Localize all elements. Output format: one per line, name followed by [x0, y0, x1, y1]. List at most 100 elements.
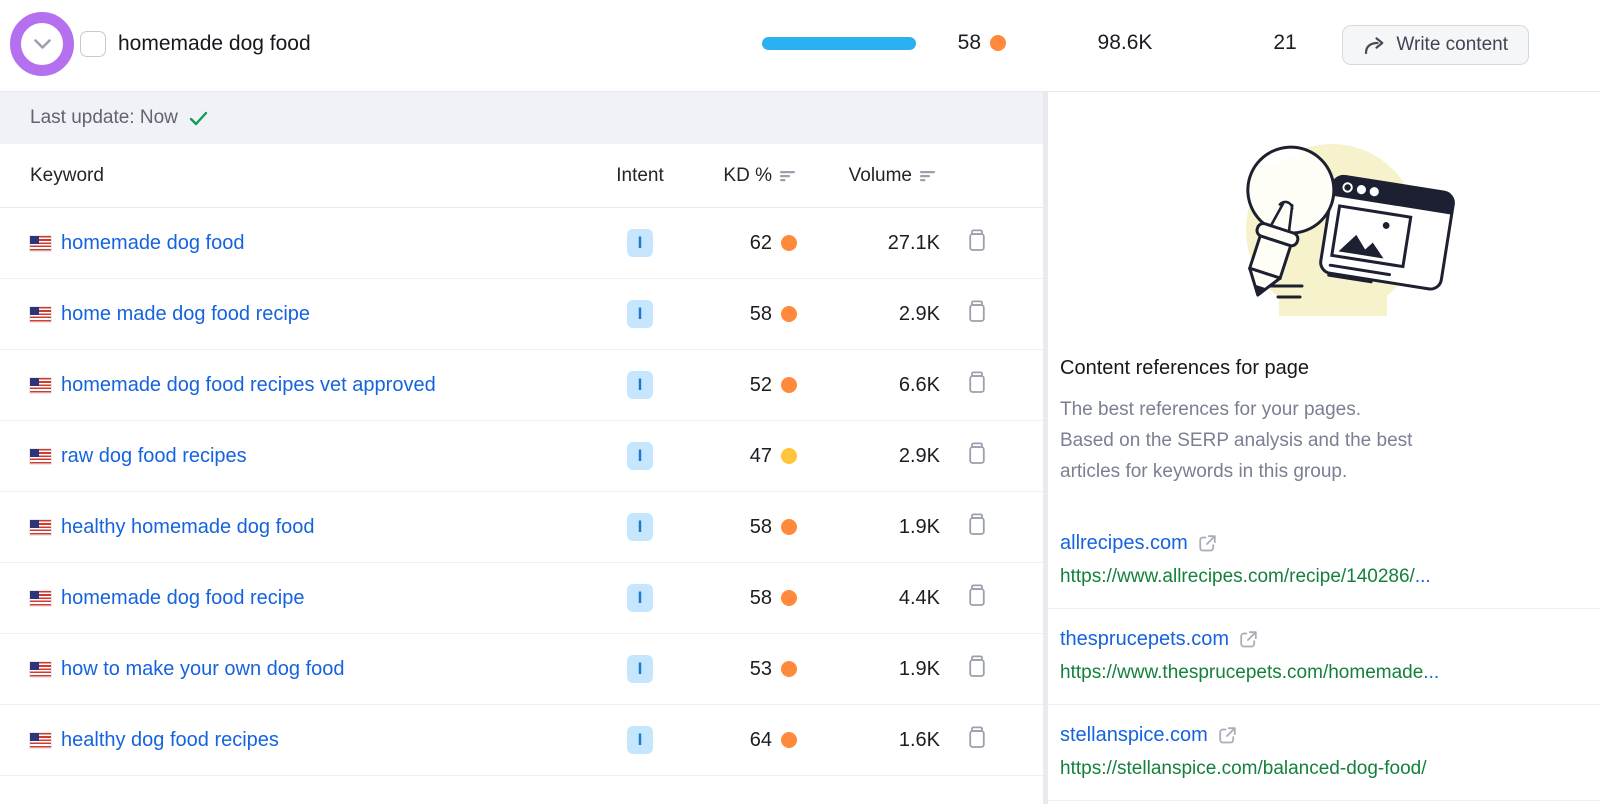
external-link-icon[interactable] [1238, 629, 1259, 650]
reference-url[interactable]: https://stellanspice.com/balanced-dog-fo… [1060, 758, 1600, 780]
group-title: homemade dog food [118, 32, 311, 56]
keyword-link[interactable]: healthy homemade dog food [61, 516, 315, 539]
references-description: The best references for your pages.Based… [1060, 394, 1600, 487]
keyword-link[interactable]: healthy dog food recipes [61, 729, 279, 752]
kd-level-dot [781, 377, 797, 393]
sort-icon [920, 170, 937, 182]
keyword-link[interactable]: homemade dog food recipe [61, 587, 305, 610]
kd-level-dot [781, 306, 797, 322]
volume-value: 2.9K [805, 445, 945, 468]
kd-level-dot [781, 448, 797, 464]
delete-keyword-button[interactable] [967, 371, 987, 394]
table-row: homemade dog food I 62 27.1K [0, 208, 1043, 279]
kd-level-dot [781, 235, 797, 251]
content-references-panel: Content references for page The best ref… [1048, 92, 1600, 804]
intent-badge[interactable]: I [627, 229, 653, 257]
reference-url[interactable]: https://www.allrecipes.com/recipe/140286… [1060, 566, 1600, 588]
table-row: how to make your own dog food I 53 1.9K [0, 634, 1043, 705]
kd-value: 47 [750, 445, 772, 468]
us-flag-icon [30, 591, 51, 606]
expand-group-button[interactable] [10, 12, 74, 76]
reference-domain-link[interactable]: stellanspice.com [1060, 724, 1208, 747]
reference-item: thesprucepets.com https://www.thesprucepe… [1048, 608, 1600, 704]
reference-domain-link[interactable]: thesprucepets.com [1060, 628, 1229, 651]
table-row: raw dog food recipes I 47 2.9K [0, 421, 1043, 492]
us-flag-icon [30, 307, 51, 322]
write-content-label: Write content [1396, 34, 1508, 56]
kd-level-dot [781, 519, 797, 535]
table-row: homemade dog food recipeI584.4K [0, 563, 1043, 634]
last-update-label: Last update: Now [30, 107, 178, 129]
delete-keyword-button[interactable] [967, 726, 987, 749]
keyword-link[interactable]: home made dog food recipe [61, 303, 310, 326]
reference-domain-link[interactable]: allrecipes.com [1060, 532, 1188, 555]
kd-value: 53 [750, 658, 772, 681]
column-header-volume[interactable]: Volume [805, 165, 945, 187]
delete-keyword-button[interactable] [967, 513, 987, 536]
volume-value: 27.1K [805, 232, 945, 255]
table-row: homemade dog food recipes vet approved I 5… [0, 350, 1043, 421]
kd-level-dot [781, 590, 797, 606]
delete-keyword-button[interactable] [967, 655, 987, 678]
lightbulb-pencil-browser-illustration [1048, 118, 1600, 323]
us-flag-icon [30, 662, 51, 677]
delete-keyword-button[interactable] [967, 442, 987, 465]
table-row: home made dog food recipeI582.9K [0, 279, 1043, 350]
column-header-kd[interactable]: KD % [685, 165, 805, 187]
table-row: healthy homemade dog food I 58 1.9K [0, 492, 1043, 563]
reference-item: allrecipes.com https://www.allrecipes.com… [1048, 513, 1600, 608]
us-flag-icon [30, 520, 51, 535]
volume-value: 6.6K [805, 374, 945, 397]
kd-level-dot [990, 35, 1006, 51]
table-header-row: Keyword Intent KD % Volume [0, 144, 1043, 208]
external-link-icon[interactable] [1197, 533, 1218, 554]
delete-keyword-button[interactable] [967, 584, 987, 607]
kd-level-dot [781, 661, 797, 677]
kd-value: 58 [750, 516, 772, 539]
delete-keyword-button[interactable] [967, 229, 987, 252]
group-kd-value: 58 [958, 31, 981, 55]
group-volume: 98.6K [1060, 31, 1190, 55]
intent-badge[interactable]: I [627, 726, 653, 754]
volume-value: 1.6K [805, 729, 945, 752]
arrow-redo-icon [1363, 36, 1386, 55]
volume-value: 1.9K [805, 658, 945, 681]
group-checkbox[interactable] [80, 31, 106, 57]
kd-level-dot [781, 732, 797, 748]
volume-value: 2.9K [805, 303, 945, 326]
chevron-down-icon [34, 39, 51, 50]
table-row: healthy dog food recipes I 64 1.6K [0, 705, 1043, 776]
intent-badge[interactable]: I [627, 513, 653, 541]
delete-keyword-button[interactable] [967, 300, 987, 323]
us-flag-icon [30, 449, 51, 464]
intent-badge[interactable]: I [627, 371, 653, 399]
intent-badge[interactable]: I [627, 655, 653, 683]
reference-url[interactable]: https://www.thesprucepets.com/homemade..… [1060, 662, 1600, 684]
keyword-table-body: homemade dog food I 62 27.1K home made dog f… [0, 208, 1043, 776]
last-update-bar: Last update: Now [0, 92, 1043, 144]
check-icon [189, 111, 208, 126]
column-header-intent: Intent [595, 165, 685, 187]
volume-value: 1.9K [805, 516, 945, 539]
sort-icon [780, 170, 797, 182]
keyword-link[interactable]: homemade dog food [61, 232, 244, 255]
intent-badge[interactable]: I [627, 300, 653, 328]
keyword-link[interactable]: homemade dog food recipes vet approved [61, 374, 436, 397]
references-list: allrecipes.com https://www.allrecipes.com… [1048, 513, 1600, 805]
kd-value: 52 [750, 374, 772, 397]
us-flag-icon [30, 236, 51, 251]
group-keywords-count: 21 [1245, 31, 1325, 55]
external-link-icon[interactable] [1217, 725, 1238, 746]
intent-badge[interactable]: I [627, 584, 653, 612]
kd-value: 64 [750, 729, 772, 752]
us-flag-icon [30, 733, 51, 748]
column-header-keyword: Keyword [0, 165, 595, 187]
keyword-link[interactable]: raw dog food recipes [61, 445, 247, 468]
intent-badge[interactable]: I [627, 442, 653, 470]
keyword-link[interactable]: how to make your own dog food [61, 658, 345, 681]
reference-item: stellanspice.com https://stellanspice.com… [1048, 704, 1600, 800]
kd-value: 62 [750, 232, 772, 255]
kd-progress-bar [762, 37, 916, 50]
write-content-button[interactable]: Write content [1342, 25, 1529, 65]
references-heading: Content references for page [1060, 357, 1600, 380]
